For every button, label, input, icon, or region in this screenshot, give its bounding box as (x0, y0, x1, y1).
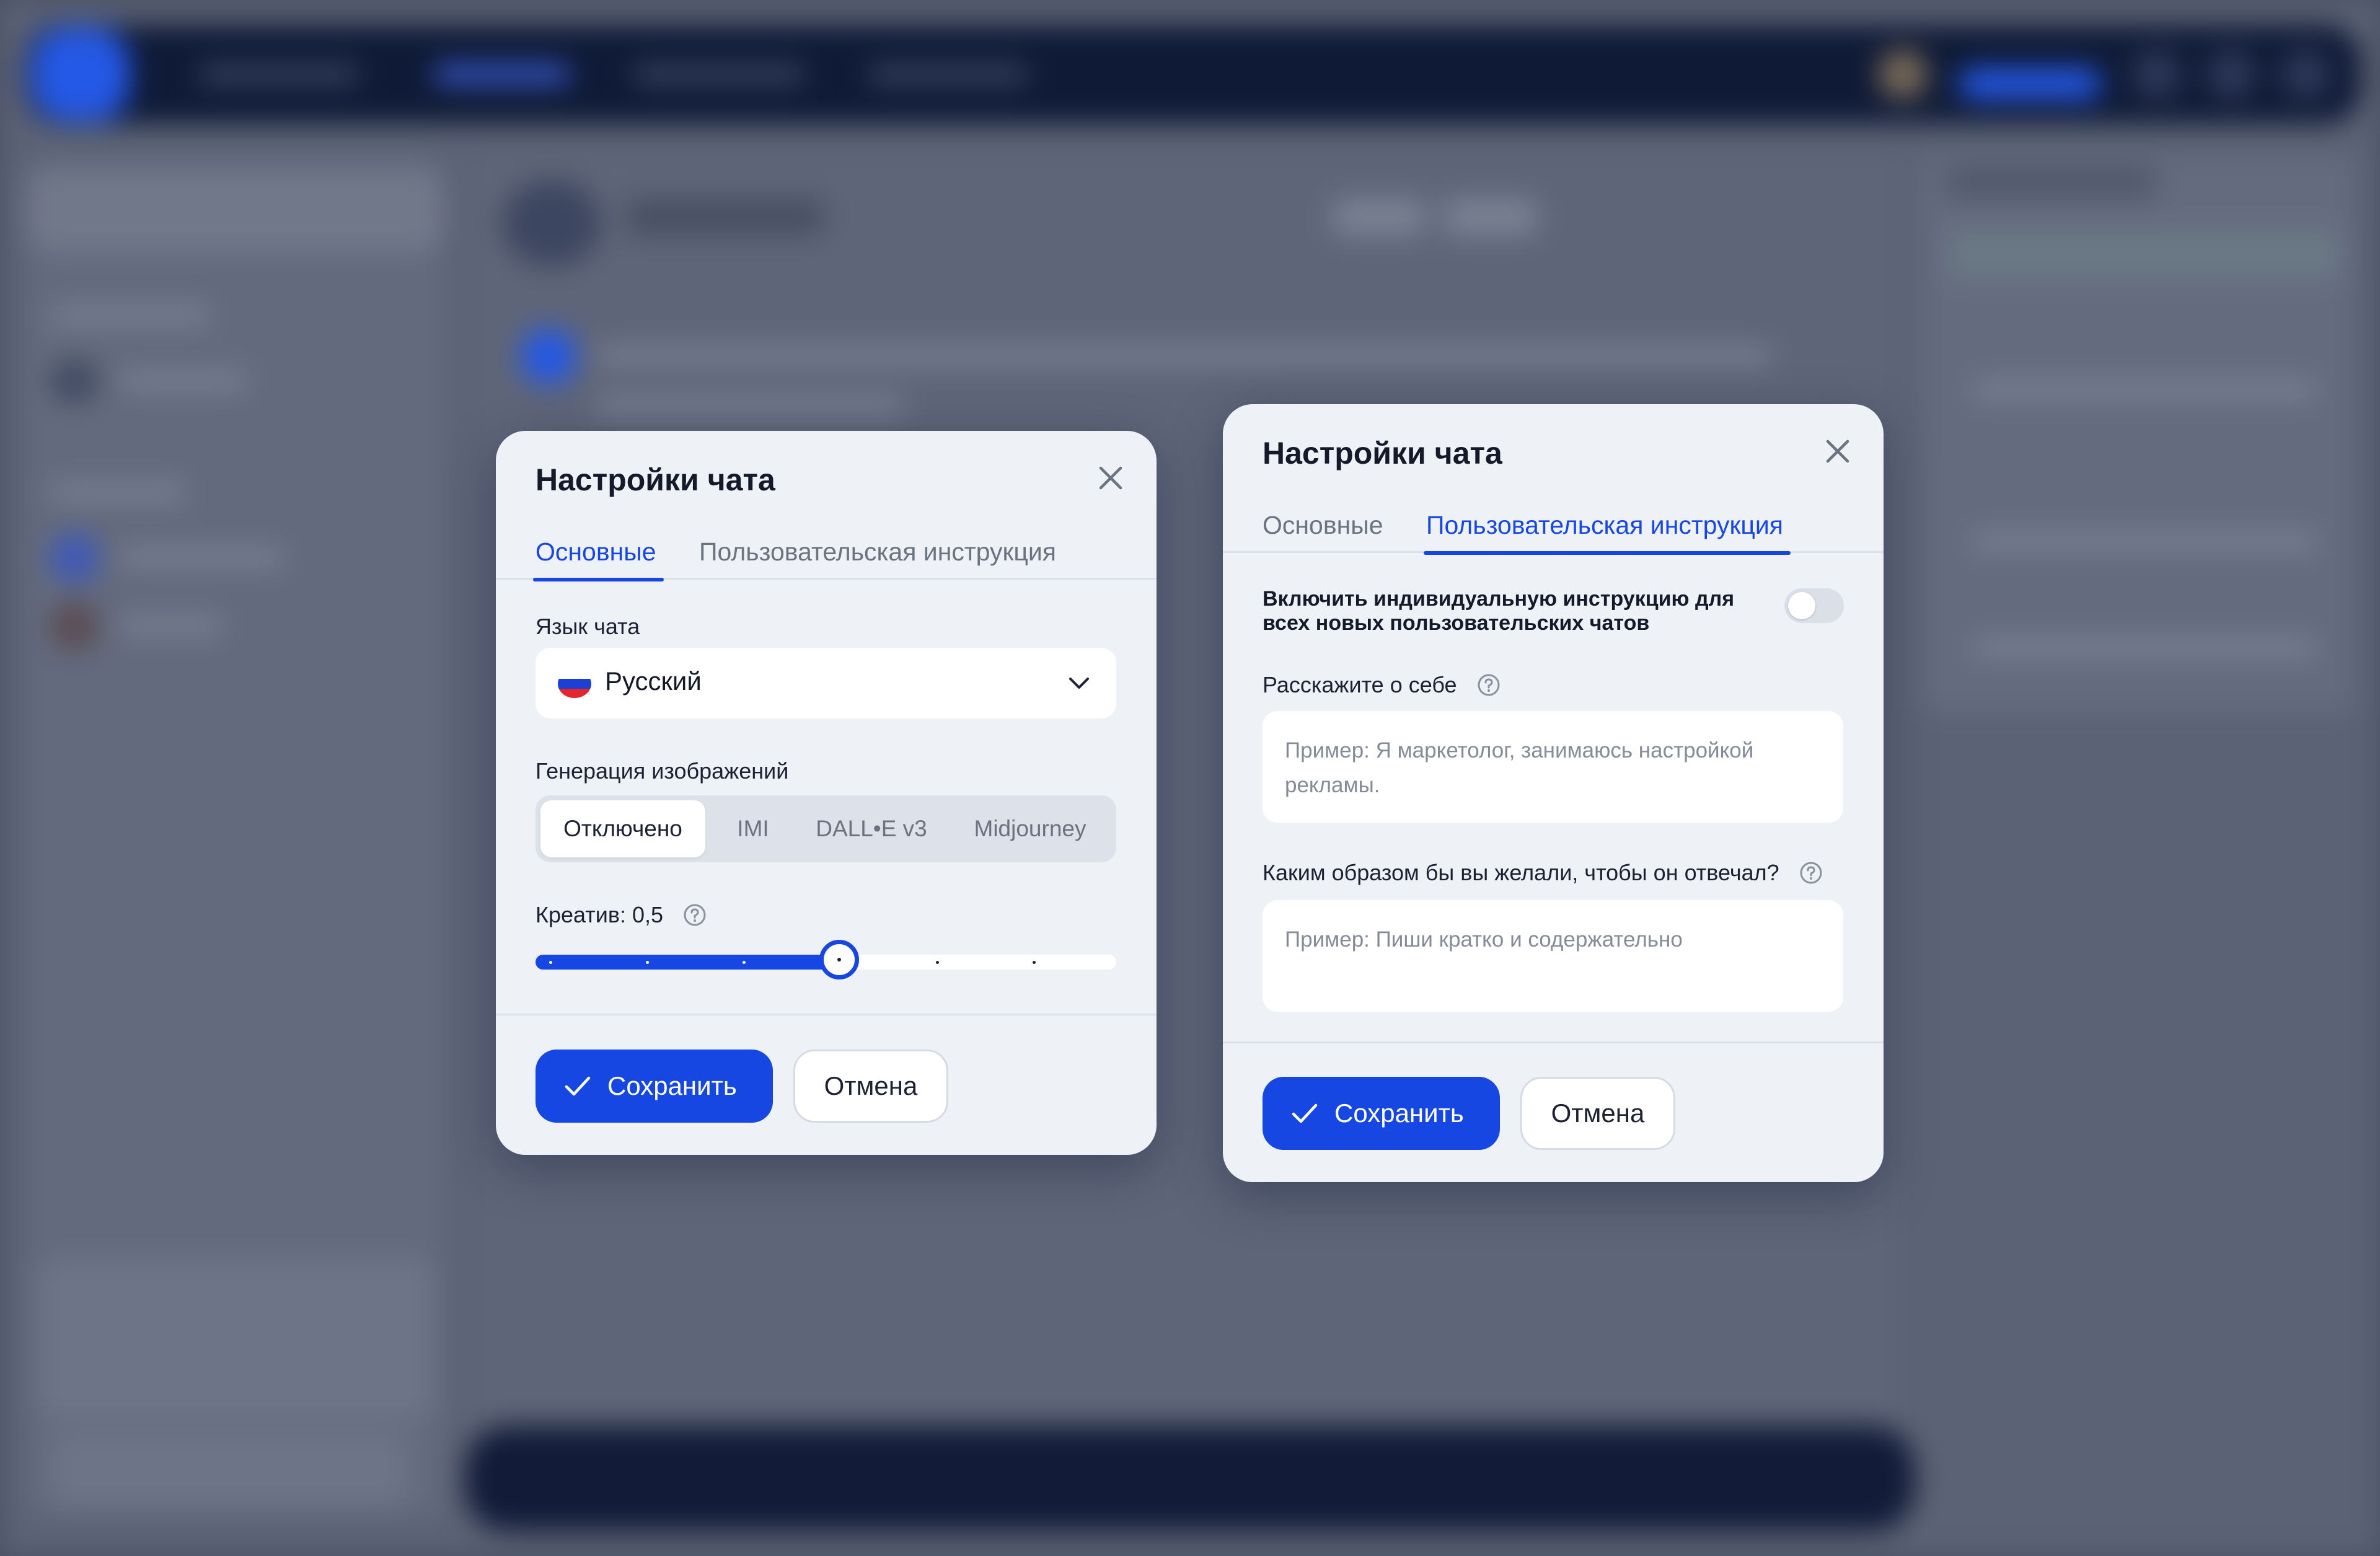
bg-logo (31, 28, 130, 121)
bg-line (595, 397, 905, 414)
save-button[interactable]: Сохранить (1263, 1077, 1500, 1150)
language-value: Русский (605, 666, 702, 696)
chat-settings-dialog-general: Настройки чата Основные Пользовательская… (496, 431, 1157, 1155)
about-label-row: Расскажите о себе (1263, 672, 1501, 698)
footer-divider (496, 1014, 1157, 1015)
slider-tick (743, 961, 746, 964)
image-gen-option-off[interactable]: Отключено (540, 800, 705, 857)
image-gen-option-dalle[interactable]: DALL•E v3 (801, 800, 942, 857)
chat-settings-dialog-instruction: Настройки чата Основные Пользовательская… (1223, 404, 1884, 1182)
bg-top-chip (1959, 68, 2101, 99)
slider-tick (1033, 961, 1036, 964)
image-gen-option-imi[interactable]: IMI (713, 800, 793, 857)
response-label-row: Каким образом бы вы желали, чтобы он отв… (1263, 860, 1823, 886)
save-label: Сохранить (1334, 1098, 1464, 1128)
bg-line (1971, 639, 2318, 656)
check-icon (565, 1076, 591, 1096)
bg-message-input (465, 1426, 1915, 1531)
save-button[interactable]: Сохранить (536, 1050, 773, 1123)
slider-tick (936, 961, 939, 964)
bg-top-item (868, 65, 1029, 84)
bg-line (118, 372, 248, 389)
creativity-label-row: Креатив: 0,5 (536, 902, 707, 928)
tab-general[interactable]: Основные (533, 524, 664, 581)
bg-line (50, 484, 186, 501)
dialog-title: Настройки чата (1263, 436, 1502, 471)
save-label: Сохранить (607, 1071, 737, 1100)
check-icon (1292, 1103, 1318, 1123)
bg-line (50, 307, 211, 324)
instruction-toggle[interactable] (1784, 588, 1844, 623)
bg-dot (521, 329, 576, 384)
bg-line (1971, 533, 2318, 550)
bg-top-item (198, 65, 359, 84)
bg-dot (502, 180, 601, 267)
image-generation-label: Генерация изображений (536, 758, 789, 784)
bg-top-item (632, 65, 806, 84)
bg-line (1946, 167, 2157, 198)
language-select[interactable]: Русский (536, 648, 1116, 718)
about-label: Расскажите о себе (1263, 672, 1457, 697)
bg-top-button (2206, 50, 2256, 99)
tab-bar: Основные Пользовательская инструкция (496, 524, 1157, 581)
tab-bar: Основные Пользовательская инструкция (1223, 497, 1884, 555)
close-icon (1099, 466, 1122, 490)
dialog-title: Настройки чата (536, 462, 775, 497)
bg-dot (50, 601, 99, 651)
bg-line (118, 549, 285, 566)
tab-custom-instruction[interactable]: Пользовательская инструкция (699, 524, 1056, 580)
bg-line (595, 347, 1773, 365)
blurred-background-app (0, 0, 2380, 1556)
image-gen-option-midjourney[interactable]: Midjourney (950, 800, 1111, 857)
close-button[interactable] (1093, 461, 1128, 495)
russia-flag-icon (558, 670, 591, 698)
slider-tick (646, 961, 649, 964)
cancel-button[interactable]: Отмена (793, 1050, 948, 1123)
close-button[interactable] (1820, 434, 1855, 469)
response-textarea[interactable] (1263, 900, 1843, 1012)
bg-card (50, 1432, 409, 1506)
response-label: Каким образом бы вы желали, чтобы он отв… (1263, 860, 1779, 885)
close-icon (1826, 440, 1849, 463)
creativity-label: Креатив: 0,5 (536, 902, 664, 927)
bg-line (1946, 229, 2343, 279)
tab-custom-instruction[interactable]: Пользовательская инструкция (1424, 497, 1791, 555)
bg-line (626, 198, 824, 236)
bg-top-button (2281, 50, 2330, 99)
bg-line (1971, 381, 2318, 399)
help-icon[interactable] (683, 903, 707, 927)
help-icon[interactable] (1477, 673, 1501, 697)
language-label: Язык чата (536, 614, 640, 639)
help-icon[interactable] (1799, 861, 1823, 885)
slider-tick (549, 961, 552, 964)
bg-card (37, 1258, 434, 1420)
bg-top-item (434, 65, 570, 84)
bg-search (31, 174, 440, 248)
bg-dot (50, 360, 99, 403)
bg-line (1333, 198, 1426, 236)
tab-general[interactable]: Основные (1263, 497, 1383, 553)
instruction-toggle-label: Включить индивидуальную инструкцию для в… (1263, 587, 1735, 635)
image-generation-segmented: Отключено IMI DALL•E v3 Midjourney (536, 795, 1116, 862)
bg-line (1444, 198, 1537, 236)
slider-fill (536, 955, 839, 970)
slider-thumb[interactable] (819, 940, 859, 979)
bg-avatar (1878, 50, 1928, 99)
footer-divider (1223, 1041, 1884, 1043)
cancel-button[interactable]: Отмена (1520, 1077, 1675, 1150)
bg-line (118, 617, 223, 634)
creativity-slider[interactable] (536, 940, 1116, 979)
chevron-down-icon (1069, 678, 1089, 689)
bg-dot (50, 533, 99, 583)
about-textarea[interactable] (1263, 711, 1843, 823)
bg-top-button (2132, 50, 2182, 99)
